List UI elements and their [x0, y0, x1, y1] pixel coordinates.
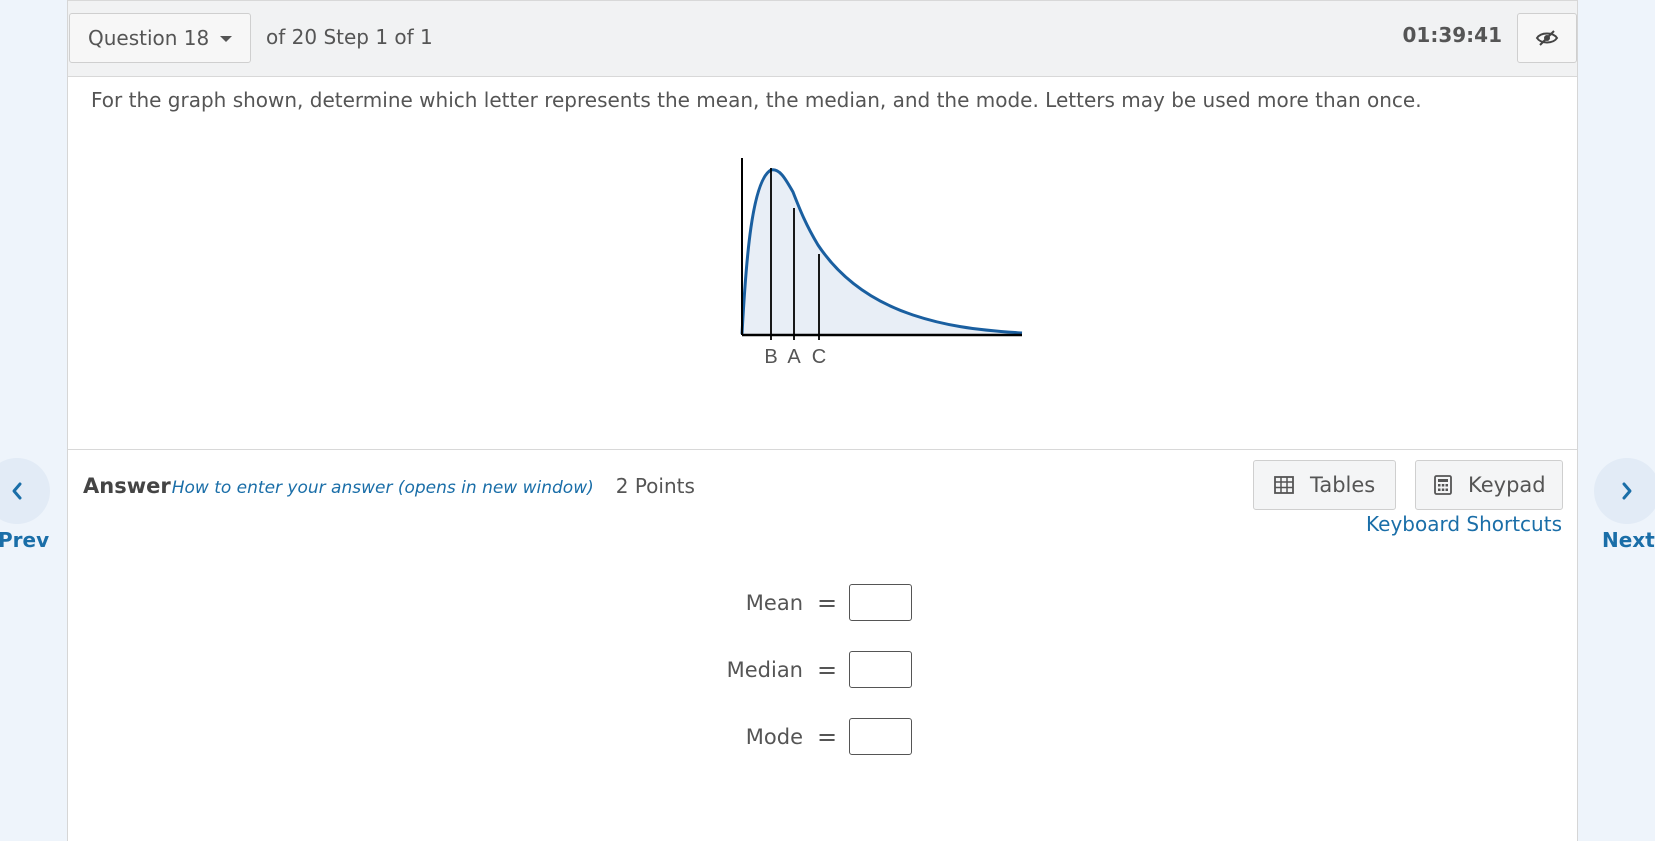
mean-label: Mean	[745, 590, 803, 615]
question-progress: of 20 Step 1 of 1	[266, 25, 433, 49]
question-text: For the graph shown, determine which let…	[91, 88, 1422, 112]
section-divider	[68, 449, 1577, 450]
prev-label[interactable]: Prev	[0, 528, 49, 552]
equals-sign: =	[817, 588, 838, 617]
mean-row: Mean =	[683, 584, 913, 621]
question-selector[interactable]: Question 18	[69, 13, 251, 63]
caret-down-icon	[220, 36, 232, 42]
keyboard-shortcuts-link[interactable]: Keyboard Shortcuts	[1366, 512, 1562, 536]
chevron-right-icon	[1622, 482, 1632, 500]
next-button[interactable]	[1594, 458, 1655, 524]
mode-label: Mode	[745, 724, 803, 749]
chevron-left-icon	[12, 482, 22, 500]
question-panel: Question 18 of 20 Step 1 of 1 01:39:41 F…	[67, 0, 1578, 841]
keypad-label: Keypad	[1468, 473, 1546, 497]
graph-label-b: B	[764, 346, 777, 368]
points-value: 2 Points	[615, 474, 695, 498]
answer-label: Answer	[83, 474, 171, 498]
graph-label-a: A	[787, 346, 801, 368]
hide-timer-button[interactable]	[1517, 13, 1577, 63]
tables-label: Tables	[1310, 473, 1376, 497]
equals-sign: =	[817, 722, 838, 751]
answer-header: Answer How to enter your answer (opens i…	[83, 474, 695, 498]
median-label: Median	[726, 657, 803, 682]
calculator-icon	[1434, 475, 1452, 495]
mode-input[interactable]	[849, 718, 913, 755]
question-selector-label: Question 18	[88, 26, 210, 50]
tables-button[interactable]: Tables	[1253, 460, 1396, 510]
median-row: Median =	[683, 651, 913, 688]
next-label[interactable]: Next	[1602, 528, 1655, 552]
prev-button[interactable]	[0, 458, 50, 524]
mean-input[interactable]	[849, 584, 913, 621]
mode-row: Mode =	[683, 718, 913, 755]
eye-slash-icon	[1535, 30, 1559, 46]
graph-label-c: C	[812, 346, 826, 368]
keypad-button[interactable]: Keypad	[1415, 460, 1563, 510]
median-input[interactable]	[849, 651, 913, 688]
question-header: Question 18 of 20 Step 1 of 1 01:39:41	[68, 0, 1577, 77]
how-to-answer-link[interactable]: How to enter your answer (opens in new w…	[172, 478, 594, 498]
equals-sign: =	[817, 655, 838, 684]
timer: 01:39:41	[1402, 23, 1503, 47]
table-icon	[1274, 476, 1294, 494]
skewed-distribution-graph: B A C	[740, 158, 1023, 368]
